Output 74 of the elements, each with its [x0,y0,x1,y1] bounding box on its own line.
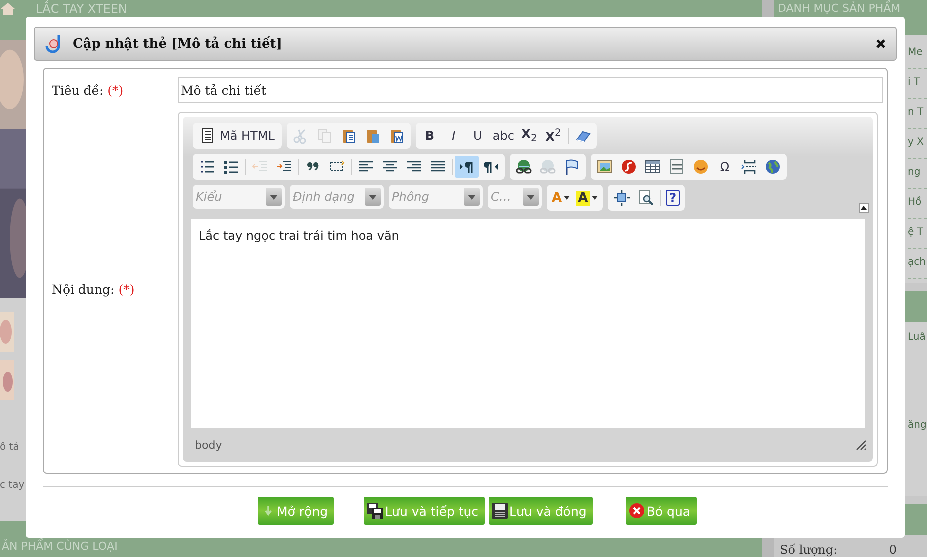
category-item[interactable]: ạch [908,248,927,279]
image-icon [597,159,613,175]
section-title: ẢN PHẨM CÙNG LOẠI [2,540,118,553]
link-icon [516,159,532,175]
breadcrumb-title: LẮC TAY XTEEN [36,2,128,16]
globe-icon [765,159,781,175]
page-break-icon [741,159,757,175]
table-icon [645,159,661,175]
help-button[interactable]: ? [666,190,680,206]
toolbar-button[interactable]: X$^{2}$ [542,125,566,147]
close-icon[interactable] [876,39,886,49]
title-field[interactable]: Mô tả chi tiết [178,77,883,103]
toolbar-button[interactable]: abc [490,125,518,147]
cancel-icon [628,503,645,519]
element-path: body [195,438,222,452]
quantity-label: Số lượng: [780,543,838,557]
sidebar-text: Luâ [908,332,926,343]
unlink-icon [540,159,556,175]
copy-icon [316,128,333,144]
flash-icon [621,159,637,175]
caret-icon [527,194,535,200]
toolbar-button[interactable]: U [466,125,490,147]
category-item[interactable]: i T [908,68,927,99]
toolbar-button[interactable]: B [418,125,442,147]
caret-icon [468,194,476,200]
sidebar-text: ăng [908,420,927,431]
description-text: c tay [0,480,25,491]
paste-icon [340,128,357,144]
toolbar-button[interactable]: X$_{2}$ [518,125,542,147]
arrow-down-icon [264,505,273,517]
field-label: Nội dung: (*) [52,282,136,297]
maximize-icon [614,190,630,206]
category-item[interactable]: y X [908,128,927,159]
collapse-icon[interactable] [859,203,869,213]
paste-document-icon [388,128,405,144]
numbered-list-icon [199,159,215,175]
editor-content[interactable]: Lắc tay ngọc trai trái tim hoa văn [191,219,865,428]
category-item[interactable]: Hồ [908,188,927,219]
paste-text-icon [364,128,381,144]
content-text: Lắc tay ngọc trai trái tim hoa văn [199,229,400,243]
color-button[interactable]: A [573,187,602,209]
resize-handle-icon[interactable] [855,439,867,451]
sidebar-title: DANH MỤC SẢN PHẨM [778,2,901,15]
home-icon [0,2,16,16]
dialog-title: Cập nhật thẻ [Mô tả chi tiết] [73,36,284,52]
right-to-left-icon [483,159,499,175]
preview-icon [638,190,654,206]
smiley-icon [693,159,709,175]
caret-icon [564,196,570,200]
left-to-right-icon [459,159,475,175]
cut-icon [292,128,309,144]
save-close-button[interactable]: Lưu và đóng [488,497,593,525]
save-continue-button[interactable]: Lưu và tiếp tục [364,497,485,525]
left-to-right-button[interactable] [455,156,479,178]
category-item[interactable]: n T [908,98,927,129]
caret-icon [592,196,598,200]
toolbar-button[interactable]: I [442,125,466,147]
color-button[interactable]: A [549,187,574,209]
caret-icon [270,194,278,200]
flag-icon [564,159,580,175]
document-icon [200,128,216,144]
toolbar-button[interactable]: Ω [713,156,737,178]
quantity-value: 0 [889,543,897,557]
bullet-list-icon [223,159,239,175]
category-item[interactable]: Me [908,38,927,69]
caret-icon [369,194,377,200]
floppy-disks-icon [367,503,384,519]
category-item[interactable]: ệ T [908,218,927,249]
field-label: Tiêu đề: (*) [52,82,125,98]
cancel-button[interactable]: Bỏ qua [626,497,697,525]
toolbar-button[interactable]: Mã HTML [195,125,280,147]
tab-label: ô tả [0,442,20,453]
expand-button[interactable]: Mở rộng [258,497,334,525]
category-item[interactable]: ng [908,158,927,189]
